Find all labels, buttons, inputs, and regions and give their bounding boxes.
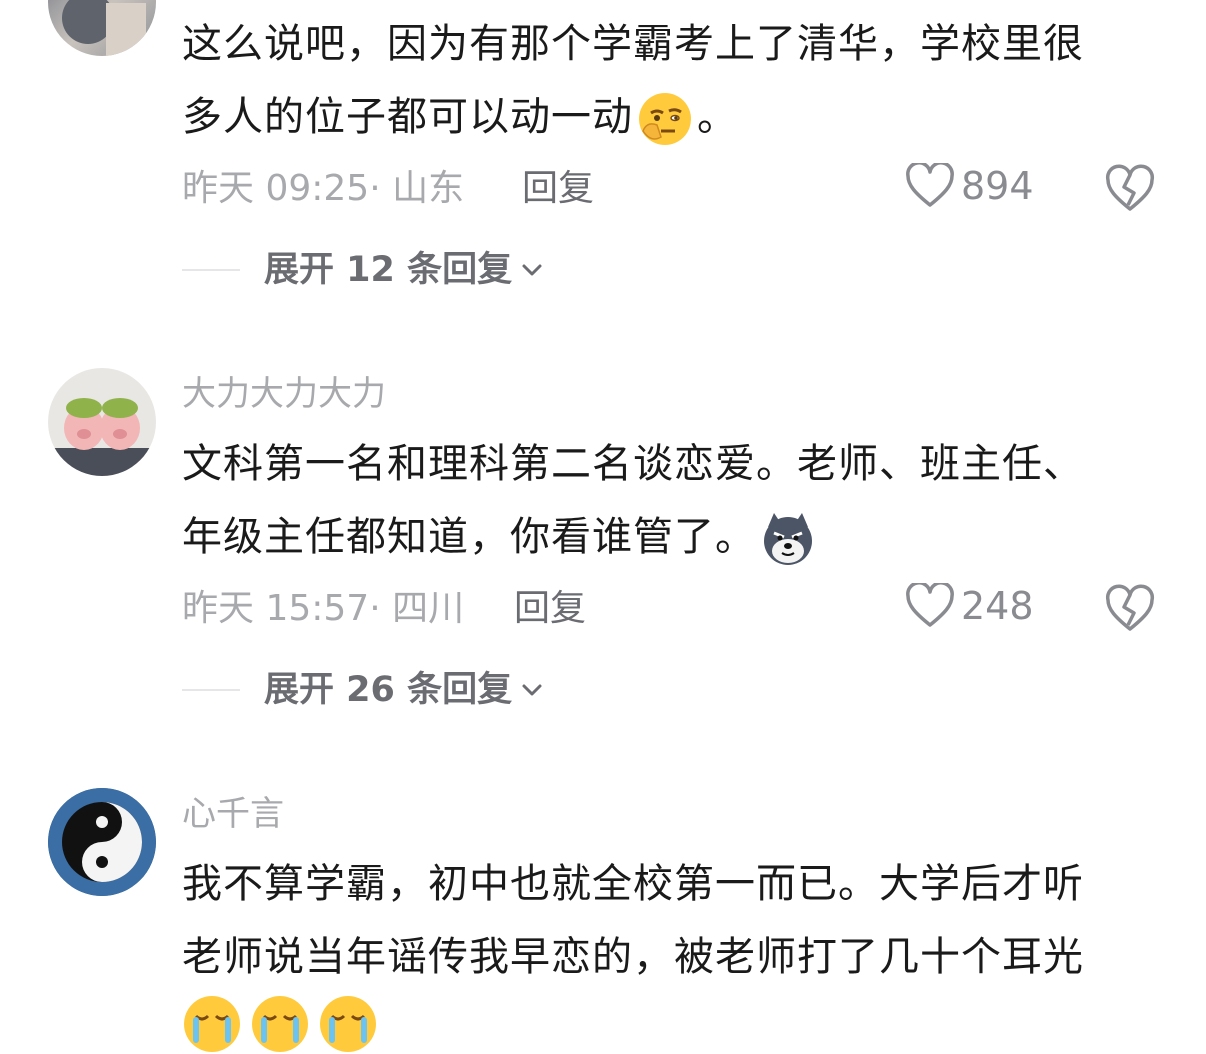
- like-count: 248: [961, 584, 1034, 628]
- broken-heart-icon[interactable]: [1104, 163, 1156, 215]
- husky-emoji-icon: [764, 513, 812, 565]
- crying-emoji-icon: [320, 996, 376, 1052]
- heart-icon: [906, 163, 954, 207]
- comment-text: 文科第一名和理科第二名谈恋爱。老师、班主任、 年级主任都知道，你看谁管了。: [182, 428, 1172, 574]
- comment-text: 这么说吧，因为有那个学霸考上了清华，学校里很 多人的位子都可以动一动 。: [182, 8, 1172, 154]
- avatar-photo: [48, 398, 156, 476]
- expand-replies-button[interactable]: 展开 12 条回复: [182, 246, 544, 294]
- comment-text-line: 文科第一名和理科第二名谈恋爱。老师、班主任、: [182, 441, 1084, 487]
- crying-emoji-icon: [184, 996, 240, 1052]
- comment-text-part: 多人的位子都可以动一动: [182, 94, 633, 140]
- yin-yang-icon: [48, 788, 156, 896]
- comment-time-location: 昨天 15:57· 四川: [182, 588, 465, 629]
- comment-time-location: 昨天 09:25· 山东: [182, 168, 465, 209]
- divider: [182, 269, 240, 271]
- crying-emoji-icon: [252, 996, 308, 1052]
- comment-text: 我不算学霸，初中也就全校第一而已。大学后才听 老师说当年谣传我早恋的，被老师打了…: [182, 848, 1172, 994]
- comment-text-line: 我不算学霸，初中也就全校第一而已。大学后才听: [182, 861, 1084, 907]
- comment-text-line: 年级主任都知道，你看谁管了。: [182, 501, 1172, 574]
- thinking-emoji-icon: [639, 93, 691, 145]
- chevron-down-icon: [522, 264, 542, 276]
- comment-text-line: 多人的位子都可以动一动 。: [182, 81, 1172, 154]
- comment-text-line: 老师说当年谣传我早恋的，被老师打了几十个耳光: [182, 934, 1084, 980]
- avatar[interactable]: [48, 0, 156, 56]
- comment-text-part: 。: [697, 94, 738, 140]
- like-button[interactable]: 894: [905, 162, 1034, 210]
- divider: [182, 689, 240, 691]
- like-count: 894: [961, 164, 1034, 208]
- heart-icon: [906, 583, 954, 627]
- avatar[interactable]: [48, 368, 156, 476]
- comment-text-part: 年级主任都知道，你看谁管了。: [182, 514, 756, 560]
- expand-replies-label: 展开 12 条回复: [264, 250, 513, 290]
- comment-text-line: 这么说吧，因为有那个学霸考上了清华，学校里很: [182, 21, 1084, 67]
- expand-replies-label: 展开 26 条回复: [264, 670, 513, 710]
- chevron-down-icon: [522, 684, 542, 696]
- like-button[interactable]: 248: [905, 582, 1034, 630]
- reply-button[interactable]: 回复: [522, 165, 594, 213]
- emoji-row: [182, 994, 378, 1054]
- avatar[interactable]: [48, 788, 156, 896]
- username[interactable]: 心千言: [182, 792, 284, 836]
- reply-button[interactable]: 回复: [514, 585, 586, 633]
- avatar-photo: [62, 0, 146, 56]
- username[interactable]: 大力大力大力: [182, 372, 386, 416]
- expand-replies-button[interactable]: 展开 26 条回复: [182, 666, 544, 714]
- broken-heart-icon[interactable]: [1104, 583, 1156, 635]
